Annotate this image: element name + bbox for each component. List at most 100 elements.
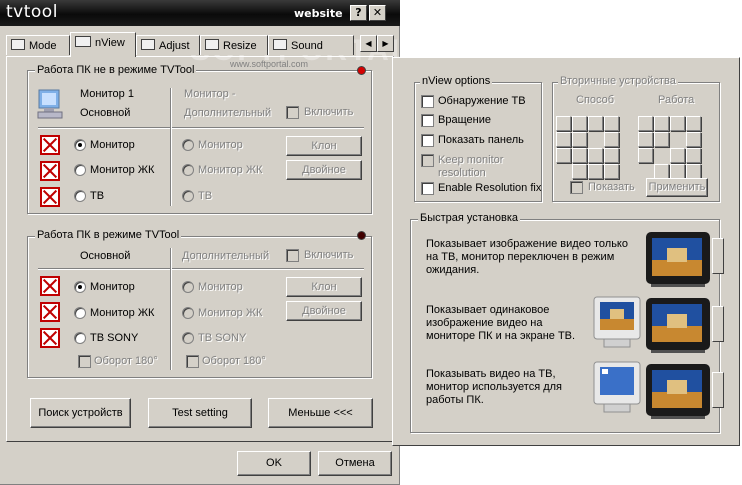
g1-radio-lcd[interactable] (74, 164, 86, 176)
g2-sec-radio-tv[interactable] (182, 332, 194, 344)
work-cell[interactable] (638, 148, 653, 163)
work-cell[interactable] (670, 148, 685, 163)
keep-resolution-checkbox[interactable] (421, 154, 434, 167)
method-cell[interactable] (604, 132, 619, 147)
quick-setup-2-button[interactable] (712, 306, 724, 342)
work-cell[interactable] (638, 132, 653, 147)
method-cell[interactable] (556, 116, 571, 131)
work-cell[interactable] (686, 116, 701, 131)
tab-adjust[interactable]: Adjust (136, 35, 200, 55)
show-secondary-checkbox[interactable] (570, 181, 583, 194)
work-cell[interactable] (654, 164, 669, 179)
method-cell[interactable] (572, 148, 587, 163)
g2-sec-radio-monitor[interactable] (182, 281, 194, 293)
work-cell[interactable] (670, 164, 685, 179)
g2-clone-button[interactable]: Клон (286, 277, 362, 297)
show-panel-label: Показать панель (438, 134, 524, 146)
g1-vertical-divider (170, 88, 172, 206)
website-link[interactable]: website (294, 7, 343, 20)
g1-divider (38, 127, 364, 129)
close-button[interactable]: ✕ (369, 5, 386, 21)
g1-sec-radio-tv-label: ТВ (198, 190, 213, 202)
g2-tv-disabled-icon (40, 328, 60, 348)
g2-dual-button[interactable]: Двойное (286, 301, 362, 321)
g1-sec-radio-monitor[interactable] (182, 139, 194, 151)
tab-mode[interactable]: Mode (6, 35, 70, 55)
detect-tv-checkbox[interactable] (421, 95, 434, 108)
work-cell[interactable] (638, 116, 653, 131)
quick-2-text-3: мониторе ПК и на экране ТВ. (426, 330, 576, 342)
work-cell[interactable] (686, 148, 701, 163)
quick-1-text-1: Показывает изображение видео только (426, 238, 628, 250)
quick-2-text-2: изображение видео на (426, 317, 543, 329)
g2-radio-monitor[interactable] (74, 281, 86, 293)
tv-icon (646, 232, 710, 287)
method-cell[interactable] (556, 132, 571, 147)
g1-sec-radio-lcd[interactable] (182, 164, 194, 176)
g2-rotate-primary-checkbox[interactable] (78, 355, 91, 368)
g2-radio-tv[interactable] (74, 332, 86, 344)
g2-secondary-header: Дополнительный (182, 250, 270, 262)
g1-enable-label: Включить (304, 106, 354, 118)
work-cell[interactable] (686, 132, 701, 147)
rotation-label: Вращение (438, 114, 491, 126)
nview-icon (75, 36, 91, 47)
work-cell[interactable] (654, 116, 669, 131)
g1-clone-button[interactable]: Клон (286, 136, 362, 156)
tab-nview[interactable]: nView (70, 32, 136, 57)
tab-scroll-left-icon[interactable]: ◀ (360, 35, 377, 52)
g2-enable-checkbox[interactable] (286, 249, 299, 262)
g2-radio-lcd[interactable] (74, 307, 86, 319)
group1-title: Работа ПК не в режиме TVTool (35, 64, 197, 76)
g1-enable-checkbox[interactable] (286, 106, 299, 119)
apply-button[interactable]: Применить (646, 178, 708, 197)
tab-sound[interactable]: Sound (268, 35, 354, 55)
mode-icon (11, 39, 25, 50)
method-cell[interactable] (588, 116, 603, 131)
method-cell[interactable] (588, 164, 603, 179)
method-cell[interactable] (572, 164, 587, 179)
show-panel-checkbox[interactable] (421, 134, 434, 147)
g1-dual-button[interactable]: Двойное (286, 160, 362, 180)
test-setting-button[interactable]: Test setting (148, 398, 252, 428)
g1-radio-tv[interactable] (74, 190, 86, 202)
g2-rotate-secondary-checkbox[interactable] (186, 355, 199, 368)
g2-radio-monitor-label: Монитор (90, 281, 135, 293)
keep-resolution-label-1: Keep monitor (438, 154, 504, 166)
work-cell[interactable] (654, 132, 669, 147)
quick-3-text-2: монитор используется для (426, 381, 563, 393)
app-title: tvtool (6, 2, 58, 22)
method-cell[interactable] (604, 148, 619, 163)
tab-resize[interactable]: Resize (200, 35, 268, 55)
quick-setup-3-button[interactable] (712, 372, 724, 408)
g1-monitor-disabled-icon (40, 135, 60, 155)
rotation-checkbox[interactable] (421, 114, 434, 127)
g1-sec-radio-tv[interactable] (182, 190, 194, 202)
method-cell[interactable] (572, 132, 587, 147)
g1-radio-monitor[interactable] (74, 139, 86, 151)
resolution-fix-label: Enable Resolution fix (438, 182, 542, 194)
cancel-button[interactable]: Отмена (318, 451, 392, 476)
less-button[interactable]: Меньше <<< (268, 398, 373, 428)
method-cell[interactable] (604, 164, 619, 179)
g2-monitor-disabled-icon (40, 276, 60, 296)
search-devices-button[interactable]: Поиск устройств (30, 398, 131, 428)
g1-lcd-disabled-icon (40, 161, 60, 181)
ok-button[interactable]: OK (237, 451, 311, 476)
method-cell[interactable] (556, 148, 571, 163)
g2-primary-header: Основной (80, 250, 131, 262)
group2-indicator-icon (357, 231, 366, 240)
work-cell[interactable] (670, 116, 685, 131)
quick-1-text-2: на ТВ, монитор переключен в режим (426, 251, 615, 263)
quick-setup-1-button[interactable] (712, 238, 724, 274)
g2-sec-radio-lcd[interactable] (182, 307, 194, 319)
g1-sec-radio-monitor-label: Монитор (198, 139, 243, 151)
title-bar[interactable]: tvtool website ? ✕ (0, 0, 400, 26)
method-cell[interactable] (588, 148, 603, 163)
method-cell[interactable] (572, 116, 587, 131)
resolution-fix-checkbox[interactable] (421, 182, 434, 195)
work-cell[interactable] (686, 164, 701, 179)
method-cell[interactable] (604, 116, 619, 131)
help-button[interactable]: ? (350, 5, 367, 21)
tab-scroll-right-icon[interactable]: ▶ (377, 35, 394, 52)
